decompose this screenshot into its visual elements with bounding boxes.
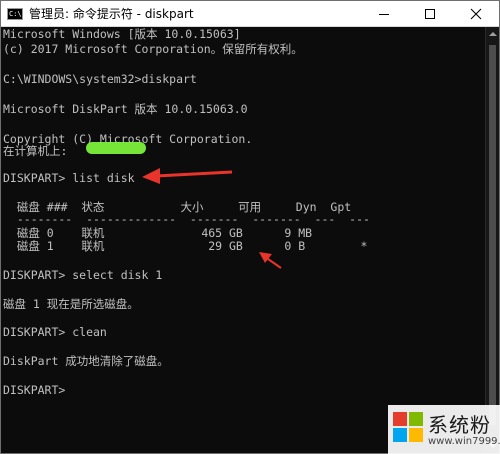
console-output[interactable]: Microsoft Windows [版本 10.0.15063] (c) 20…	[1, 27, 485, 453]
scroll-thumb[interactable]	[489, 45, 496, 425]
console-line: -------- ------------- ------- ------- -…	[3, 212, 370, 226]
window-title: 管理员: 命令提示符 - diskpart	[29, 7, 194, 21]
cmd-icon-label: C:\	[9, 9, 22, 18]
close-button[interactable]	[453, 1, 499, 27]
cmd-app-icon: C:\	[7, 7, 23, 20]
window-controls	[361, 1, 499, 27]
console-line: DiskPart 成功地清除了磁盘。	[3, 354, 169, 368]
console-line: C:\WINDOWS\system32>diskpart	[3, 72, 197, 86]
console-line: DISKPART>	[3, 383, 66, 397]
vertical-scrollbar[interactable]	[485, 27, 499, 453]
console-line: Microsoft DiskPart 版本 10.0.15063.0	[3, 102, 248, 116]
maximize-button[interactable]	[407, 1, 453, 27]
scroll-up-icon	[488, 32, 497, 36]
redaction-mark	[86, 142, 146, 154]
watermark-title: 系统粉	[428, 413, 491, 437]
minimize-icon	[379, 14, 389, 15]
maximize-icon	[425, 9, 435, 19]
title-bar[interactable]: C:\ 管理员: 命令提示符 - diskpart	[1, 1, 499, 27]
watermark-url: www.win7999.com	[428, 436, 500, 447]
close-icon	[470, 8, 482, 20]
command-prompt-window: C:\ 管理员: 命令提示符 - diskpart Microsoft Wind…	[0, 0, 500, 454]
console-line: 磁盘 1 联机 29 GB 0 B *	[3, 239, 368, 253]
console-line: 磁盘 1 现在是所选磁盘。	[3, 297, 139, 311]
console-line: DISKPART> list disk	[3, 171, 135, 185]
console-line: (c) 2017 Microsoft Corporation。保留所有权利。	[3, 42, 303, 56]
console-line: DISKPART> clean	[3, 325, 107, 339]
windows-logo-icon	[393, 412, 425, 444]
console-line: 在计算机上:	[3, 144, 68, 158]
watermark: 系统粉 www.win7999.com	[388, 405, 500, 454]
scroll-up-button[interactable]	[486, 27, 499, 41]
console-line: Microsoft Windows [版本 10.0.15063]	[3, 27, 241, 41]
console-line: DISKPART> select disk 1	[3, 268, 163, 282]
minimize-button[interactable]	[361, 1, 407, 27]
